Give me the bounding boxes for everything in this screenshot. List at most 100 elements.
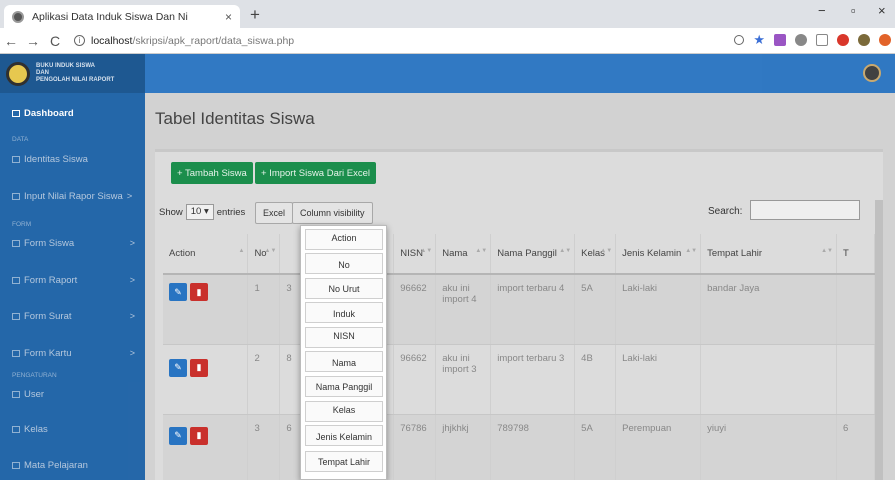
- row-actions: ✎ ▮: [163, 274, 249, 345]
- colvis-item-no[interactable]: No: [305, 253, 383, 274]
- list-icon: [12, 425, 20, 433]
- colvis-item-action[interactable]: Action: [305, 229, 383, 250]
- site-info-icon[interactable]: i: [74, 35, 85, 46]
- th-nama-panggil[interactable]: Nama Panggil ▲▼: [490, 234, 576, 275]
- forward-button[interactable]: →: [22, 33, 44, 49]
- list-icon: [12, 276, 20, 284]
- cell-nama: aku ini import 4: [435, 274, 492, 345]
- cell-t: [836, 344, 876, 415]
- tambah-siswa-button[interactable]: + Tambah Siswa: [171, 162, 253, 184]
- sidebar-item-dashboard[interactable]: Dashboard: [0, 104, 145, 122]
- th-t[interactable]: T: [836, 234, 876, 275]
- sidebar-item-form-kartu[interactable]: Form Kartu >: [0, 344, 145, 362]
- trash-icon[interactable]: ▮: [190, 283, 208, 301]
- extension-home-icon[interactable]: [816, 34, 828, 46]
- th-kelas[interactable]: Kelas ▲▼: [574, 234, 617, 275]
- extension-circle-icon[interactable]: [795, 34, 807, 46]
- site-favicon-icon: [12, 10, 24, 23]
- minimize-button[interactable]: −: [818, 3, 826, 18]
- sidebar-item-user[interactable]: User: [0, 385, 145, 403]
- sidebar-item-identitas-siswa[interactable]: Identitas Siswa: [0, 150, 145, 168]
- tab-title: Aplikasi Data Induk Siswa Dan Ni: [32, 10, 188, 23]
- profile-avatar-icon[interactable]: [858, 34, 870, 46]
- brand-text: BUKU INDUK SISWA DAN PENGOLAH NILAI RAPO…: [36, 63, 115, 83]
- bookmark-star-icon[interactable]: ★: [753, 33, 765, 46]
- zoom-icon[interactable]: [734, 35, 745, 45]
- extension-icons: ★: [734, 33, 891, 46]
- back-button[interactable]: ←: [0, 33, 22, 49]
- trash-icon[interactable]: ▮: [190, 426, 208, 445]
- sort-icon: ▲▼: [821, 248, 833, 254]
- search-input[interactable]: [750, 200, 860, 220]
- table-header-row: Action ▲ No ▲▼ NISN ▲▼ Nama ▲▼ Nama Panggil ▲…: [163, 234, 876, 275]
- trash-icon[interactable]: ▮: [190, 358, 208, 377]
- sort-icon: ▲▼: [475, 248, 488, 254]
- cell-nama-panggil: 789798: [490, 414, 576, 480]
- browser-tab[interactable]: Aplikasi Data Induk Siswa Dan Ni ×: [4, 5, 240, 28]
- table-row: ✎ ▮ 1 3 96662 aku ini import 4 import ter…: [163, 274, 876, 345]
- import-excel-button[interactable]: + Import Siswa Dari Excel: [255, 162, 377, 184]
- th-tempat-lahir[interactable]: Tempat Lahir ▲▼: [700, 234, 837, 275]
- th-jenis-kelamin[interactable]: Jenis Kelamin ▲▼: [615, 234, 702, 275]
- extension-orange-icon[interactable]: [879, 34, 891, 46]
- th-nama[interactable]: Nama ▲▼: [435, 234, 492, 275]
- list-icon: [12, 461, 20, 469]
- row-actions: ✎ ▮: [163, 414, 249, 480]
- sidebar-item-form-surat[interactable]: Form Surat >: [0, 307, 145, 325]
- sidebar-header-data: DATA: [12, 136, 29, 143]
- th-no[interactable]: No ▲▼: [247, 234, 281, 275]
- list-icon: [12, 349, 20, 357]
- sidebar-item-mata-pelajaran[interactable]: Mata Pelajaran: [0, 456, 145, 474]
- table-scrollbar[interactable]: [875, 200, 883, 480]
- colvis-item-nama[interactable]: Nama: [305, 351, 383, 372]
- colvis-item-nama-panggil[interactable]: Nama Panggil: [305, 376, 383, 397]
- colvis-item-nisn[interactable]: NISN: [305, 327, 383, 348]
- colvis-item-no-urut[interactable]: No Urut: [305, 278, 383, 299]
- edit-icon[interactable]: ✎: [169, 358, 187, 377]
- th-action[interactable]: Action ▲: [163, 234, 249, 275]
- cell-nama-panggil: import terbaru 3: [490, 344, 576, 415]
- colvis-item-tempat-lahir[interactable]: Tempat Lahir: [305, 451, 383, 472]
- excel-export-button[interactable]: Excel: [255, 202, 294, 224]
- app: BUKU INDUK SISWA DAN PENGOLAH NILAI RAPO…: [0, 54, 895, 480]
- colvis-item-induk[interactable]: Induk: [305, 302, 383, 323]
- sort-icon: ▲▼: [559, 248, 572, 254]
- column-visibility-button[interactable]: Column visibility: [292, 202, 373, 224]
- cell-t: 6: [836, 414, 876, 480]
- cell-tempat-lahir: bandar Jaya: [700, 274, 837, 345]
- new-tab-button[interactable]: +: [250, 5, 260, 25]
- cell-nisn: 96662: [393, 274, 437, 345]
- extension-v-icon[interactable]: [774, 34, 786, 46]
- th-nisn[interactable]: NISN ▲▼: [393, 234, 437, 275]
- sidebar-item-form-siswa[interactable]: Form Siswa >: [0, 234, 145, 252]
- url-field[interactable]: i localhost /skripsi/apk_raport/data_sis…: [74, 35, 294, 47]
- cell-no: 1: [247, 274, 281, 345]
- cell-kelas: 5A: [574, 414, 617, 480]
- window-close-button[interactable]: ×: [878, 3, 886, 18]
- cell-t: [836, 274, 876, 345]
- reload-button[interactable]: C: [44, 33, 66, 49]
- cell-tempat-lahir: [700, 344, 837, 415]
- sidebar-item-kelas[interactable]: Kelas: [0, 420, 145, 438]
- cell-no: 3: [247, 414, 281, 480]
- table-row: ✎ ▮ 2 8 96662 aku ini import 3 import ter…: [163, 344, 876, 415]
- sidebar-item-form-raport[interactable]: Form Raport >: [0, 271, 145, 289]
- brand[interactable]: BUKU INDUK SISWA DAN PENGOLAH NILAI RAPO…: [0, 54, 145, 93]
- address-bar: ← → C i localhost /skripsi/apk_raport/da…: [0, 28, 895, 54]
- search-label: Search:: [708, 206, 743, 217]
- colvis-item-kelas[interactable]: Kelas: [305, 401, 383, 422]
- colvis-item-jenis-kelamin[interactable]: Jenis Kelamin: [305, 425, 383, 446]
- maximize-button[interactable]: ▫: [851, 3, 856, 18]
- user-avatar[interactable]: [863, 64, 881, 82]
- edit-icon[interactable]: ✎: [169, 426, 187, 445]
- url-path: /skripsi/apk_raport/data_siswa.php: [132, 34, 295, 47]
- cell-jenis-kelamin: Perempuan: [615, 414, 702, 480]
- edit-icon[interactable]: ✎: [169, 283, 187, 301]
- sidebar: BUKU INDUK SISWA DAN PENGOLAH NILAI RAPO…: [0, 54, 145, 480]
- cell-jenis-kelamin: Laki-laki: [615, 344, 702, 415]
- tab-close-icon[interactable]: ×: [225, 10, 232, 24]
- cell-nama: jhjkhkj: [435, 414, 492, 480]
- extension-red-icon[interactable]: [837, 34, 849, 46]
- sidebar-item-input-nilai[interactable]: Input Nilai Rapor Siswa >: [0, 187, 145, 205]
- entries-select[interactable]: 10 ▾: [185, 204, 214, 220]
